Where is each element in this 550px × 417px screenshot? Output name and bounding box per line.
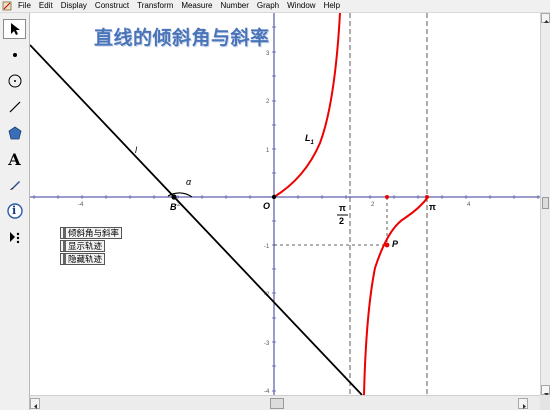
x-tick-label-neg4: -4: [78, 202, 84, 208]
x-tick-label-2: 2: [371, 202, 375, 208]
menu-transform[interactable]: Transform: [133, 0, 177, 12]
scroll-left-button[interactable]: [30, 398, 40, 409]
text-a-icon: A: [8, 149, 21, 169]
x-tick-label-4: 4: [467, 202, 471, 208]
scroll-down-button[interactable]: [541, 385, 550, 396]
y-tick-label-3: 3: [266, 51, 270, 57]
marker-pen-icon: [9, 181, 20, 190]
straightedge-tool[interactable]: [3, 97, 26, 117]
menu-file[interactable]: File: [14, 0, 35, 12]
custom-tool[interactable]: [3, 227, 26, 247]
y-tick-label-neg3: -3: [264, 341, 270, 347]
arrow-left-icon: [34, 404, 37, 409]
segment-icon: [9, 101, 20, 113]
point-p[interactable]: [384, 242, 390, 248]
scroll-up-button[interactable]: [541, 13, 550, 23]
scroll-right-button[interactable]: [518, 398, 528, 409]
menu-help[interactable]: Help: [320, 0, 344, 12]
arrow-up-icon: [544, 20, 549, 23]
button-angle-slope[interactable]: 倾斜角与斜率: [60, 227, 123, 239]
menu-bar: File Edit Display Construct Transform Me…: [0, 0, 550, 13]
button-angle-slope-label: 倾斜角与斜率: [68, 228, 120, 238]
arrow-right-icon: [523, 404, 526, 409]
label-half-pi-denominator[interactable]: 2: [339, 216, 344, 226]
point-icon: [12, 53, 17, 57]
curve-l1-right-branch[interactable]: [363, 196, 429, 395]
point-b[interactable]: [171, 194, 177, 200]
vertical-scroll-thumb[interactable]: [542, 197, 549, 209]
arrow-select-icon: [10, 23, 20, 35]
menu-construct[interactable]: Construct: [91, 0, 133, 12]
curve-l1-left-branch[interactable]: [273, 13, 341, 198]
label-curve-l1[interactable]: L1: [305, 133, 314, 146]
label-half-pi-numerator[interactable]: π: [339, 203, 346, 213]
scrollbar-corner: [540, 395, 550, 410]
button-hide-trace-label: 隐藏轨迹: [68, 254, 103, 264]
arrow-tool[interactable]: [3, 19, 26, 39]
horizontal-scroll-thumb[interactable]: [270, 398, 284, 409]
menu-graph[interactable]: Graph: [253, 0, 283, 12]
menu-display[interactable]: Display: [57, 0, 91, 12]
compass-tool[interactable]: [3, 71, 26, 91]
button-knob: [63, 228, 66, 238]
button-knob: [63, 254, 66, 264]
info-letter: i: [12, 204, 17, 217]
custom-tool-icon: [9, 232, 19, 244]
button-show-trace[interactable]: 显示轨迹: [60, 240, 106, 252]
menu-edit[interactable]: Edit: [35, 0, 57, 12]
button-hide-trace[interactable]: 隐藏轨迹: [60, 253, 106, 265]
information-tool[interactable]: i: [3, 201, 26, 221]
graph-svg: -4 -2 2 4 3 2 1 -1 -2 -3 -4: [30, 13, 540, 395]
marker-tool[interactable]: [3, 175, 26, 195]
app-icon[interactable]: [2, 1, 12, 11]
toolbox: A i: [0, 13, 30, 410]
point-p-foot: [385, 195, 389, 199]
page-title[interactable]: 直线的倾斜角与斜率: [94, 23, 270, 50]
y-tick-label-neg1: -1: [264, 244, 270, 250]
label-curve-l1-sub: 1: [310, 139, 314, 146]
label-line-l[interactable]: l: [135, 145, 137, 155]
text-tool[interactable]: A: [3, 149, 26, 169]
menu-measure[interactable]: Measure: [177, 0, 216, 12]
label-pi[interactable]: π: [429, 202, 436, 212]
line-l[interactable]: [30, 44, 363, 395]
label-point-p[interactable]: P: [392, 239, 398, 249]
vertical-scrollbar[interactable]: [540, 13, 550, 396]
button-knob: [63, 241, 66, 251]
polygon-icon: [8, 126, 21, 140]
sketch-canvas[interactable]: -4 -2 2 4 3 2 1 -1 -2 -3 -4 直线的倾斜角与斜率 l …: [30, 13, 540, 395]
polygon-tool[interactable]: [3, 123, 26, 143]
label-point-b[interactable]: B: [170, 202, 177, 212]
label-angle-alpha[interactable]: α: [186, 177, 191, 187]
point-origin[interactable]: [271, 194, 277, 200]
point-pi: [425, 195, 429, 199]
label-origin-o[interactable]: O: [263, 201, 270, 211]
compass-circle-icon: [8, 74, 21, 88]
menu-window[interactable]: Window: [283, 0, 319, 12]
y-tick-label-1: 1: [266, 148, 270, 154]
point-tool[interactable]: [3, 45, 26, 65]
horizontal-scrollbar[interactable]: [30, 395, 540, 410]
button-show-trace-label: 显示轨迹: [68, 241, 103, 251]
menu-number[interactable]: Number: [216, 0, 252, 12]
y-tick-label-2: 2: [266, 99, 270, 105]
